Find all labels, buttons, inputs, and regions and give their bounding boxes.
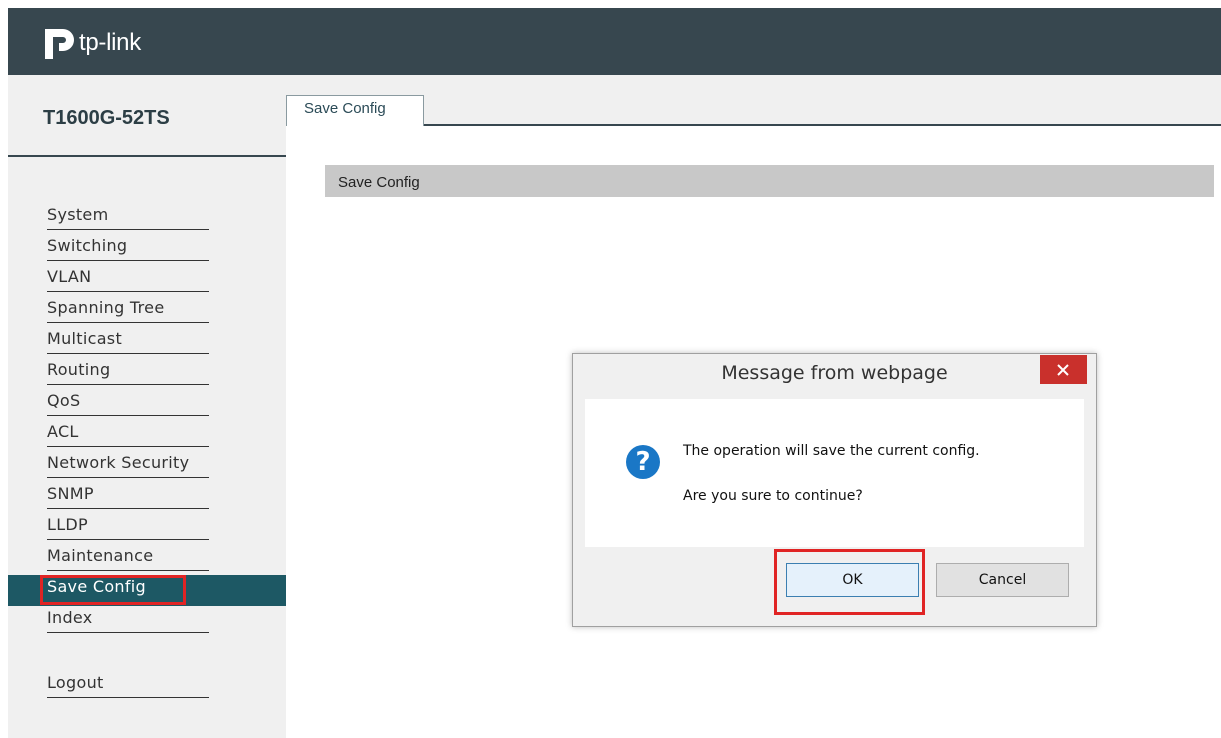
item-underline (47, 477, 209, 478)
sidebar-item-maintenance[interactable]: Maintenance (8, 544, 286, 575)
logout-label: Logout (47, 673, 104, 692)
sidebar-item-label: Routing (47, 360, 111, 379)
item-underline (47, 570, 209, 571)
sidebar-item-label: Network Security (47, 453, 190, 472)
sidebar-item-label: ACL (47, 422, 79, 441)
tp-link-logo-icon (45, 29, 74, 59)
item-underline (47, 384, 209, 385)
logout-link[interactable]: Logout (8, 665, 286, 698)
sidebar-item-system[interactable]: System (8, 203, 286, 234)
item-underline (47, 632, 209, 633)
sidebar-item-label: Index (47, 608, 93, 627)
sidebar-item-label: Multicast (47, 329, 123, 348)
sidebar-item-multicast[interactable]: Multicast (8, 327, 286, 358)
item-underline (47, 508, 209, 509)
section-header: Save Config (325, 165, 1214, 197)
question-icon: ? (626, 445, 660, 479)
close-icon (1057, 364, 1069, 376)
dialog-body: ? The operation will save the current co… (585, 399, 1084, 547)
sidebar-item-label: Spanning Tree (47, 298, 165, 317)
top-header: tp-link (8, 8, 1221, 75)
tab-label: Save Config (304, 100, 386, 117)
section-title: Save Config (338, 174, 420, 191)
sidebar-item-lldp[interactable]: LLDP (8, 513, 286, 544)
sidebar: T1600G-52TS System Switching VLAN Spanni… (8, 75, 286, 738)
logout-underline (47, 697, 209, 698)
logo-text: tp-link (79, 29, 141, 56)
dialog-message-line2: Are you sure to continue? (683, 488, 863, 504)
sidebar-item-index[interactable]: Index (8, 606, 286, 637)
item-underline (47, 446, 209, 447)
item-underline (47, 415, 209, 416)
sidebar-item-routing[interactable]: Routing (8, 358, 286, 389)
model-name: T1600G-52TS (43, 107, 170, 129)
sidebar-item-label: QoS (47, 391, 81, 410)
sidebar-item-label: SNMP (47, 484, 94, 503)
highlight-box-ok (774, 549, 925, 615)
tp-link-logo: tp-link (41, 26, 141, 60)
item-underline (47, 322, 209, 323)
cancel-button-label: Cancel (978, 572, 1027, 588)
sidebar-item-switching[interactable]: Switching (8, 234, 286, 265)
sidebar-item-qos[interactable]: QoS (8, 389, 286, 420)
item-underline (47, 291, 209, 292)
sidebar-item-snmp[interactable]: SNMP (8, 482, 286, 513)
item-underline (47, 229, 209, 230)
highlight-box-save-config (40, 575, 186, 605)
model-divider (8, 155, 286, 157)
close-button[interactable] (1040, 355, 1087, 384)
tab-divider (286, 124, 1221, 126)
sidebar-item-label: VLAN (47, 267, 92, 286)
cancel-button[interactable]: Cancel (936, 563, 1069, 597)
sidebar-item-acl[interactable]: ACL (8, 420, 286, 451)
sidebar-item-network-security[interactable]: Network Security (8, 451, 286, 482)
sidebar-item-spanning-tree[interactable]: Spanning Tree (8, 296, 286, 327)
tab-bar: Save Config (286, 75, 1221, 126)
sidebar-item-label: Switching (47, 236, 128, 255)
sidebar-item-label: LLDP (47, 515, 88, 534)
sidebar-item-label: Maintenance (47, 546, 154, 565)
tab-save-config[interactable]: Save Config (286, 95, 424, 126)
sidebar-item-label: System (47, 205, 109, 224)
sidebar-nav: System Switching VLAN Spanning Tree Mult… (8, 203, 286, 637)
item-underline (47, 353, 209, 354)
sidebar-item-vlan[interactable]: VLAN (8, 265, 286, 296)
dialog-message-line1: The operation will save the current conf… (683, 443, 980, 459)
item-underline (47, 260, 209, 261)
dialog-title: Message from webpage (721, 362, 948, 384)
item-underline (47, 539, 209, 540)
